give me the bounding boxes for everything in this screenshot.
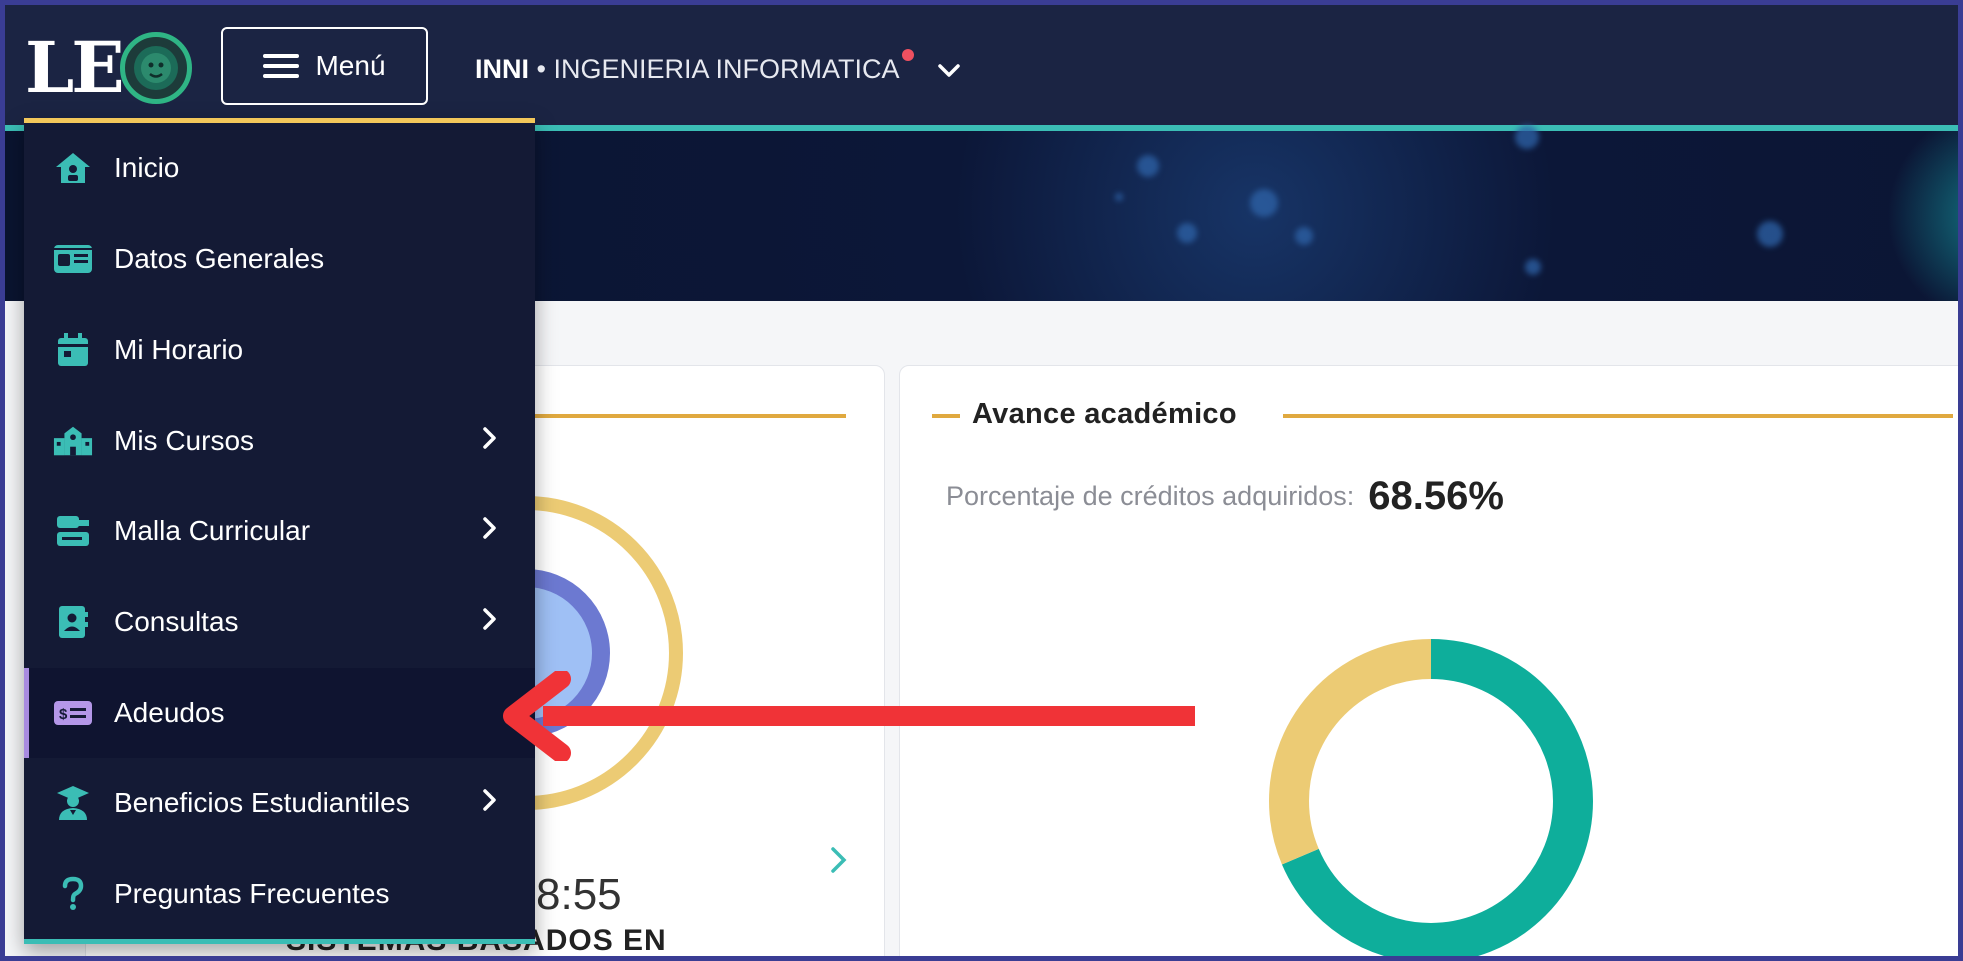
menu-item-beneficios-estudiantiles[interactable]: Beneficios Estudiantiles	[24, 758, 535, 848]
menu-item-preguntas-frecuentes[interactable]: Preguntas Frecuentes	[24, 849, 535, 939]
menu-button-label: Menú	[315, 50, 386, 81]
question-icon	[53, 874, 93, 914]
menu-item-adeudos[interactable]: $ Adeudos	[24, 668, 535, 758]
chevron-right-icon	[482, 515, 498, 547]
menu-item-label: Datos Generales	[114, 243, 325, 274]
class-time: 8:55	[536, 870, 622, 919]
menu-item-label: Malla Curricular	[114, 515, 311, 546]
menu-item-label: Consultas	[114, 606, 239, 637]
program-code: INNI	[475, 53, 529, 84]
credits-donut-chart	[1269, 639, 1593, 956]
credits-label: Porcentaje de créditos adquiridos:	[946, 481, 1355, 511]
menu-item-malla-curricular[interactable]: Malla Curricular	[24, 486, 535, 576]
hamburger-icon	[263, 48, 300, 84]
logo-text: LE	[25, 26, 125, 109]
chevron-right-icon	[482, 606, 498, 638]
menu-item-label: Mis Cursos	[114, 425, 255, 456]
chevron-right-icon[interactable]	[830, 846, 848, 879]
academic-progress-title: Avance académico	[972, 398, 1237, 430]
menu-toggle-button[interactable]: Menú	[221, 27, 428, 105]
menu-item-mi-horario[interactable]: Mi Horario	[24, 305, 535, 395]
notification-dot	[901, 49, 914, 61]
academic-progress-card: Avance académico Porcentaje de créditos …	[899, 365, 1958, 956]
menu-item-mis-cursos[interactable]: Mis Cursos	[24, 396, 535, 486]
menu-item-label: Adeudos	[114, 697, 225, 728]
school-icon	[53, 421, 93, 461]
menu-item-inicio[interactable]: Inicio	[24, 123, 535, 213]
credits-value: 68.56%	[1368, 474, 1504, 518]
program-selector[interactable]: INNI • INGENIERIA INFORMATICA	[475, 49, 960, 89]
menu-item-label: Inicio	[114, 152, 180, 183]
graduate-icon	[53, 783, 93, 823]
calendar-icon	[53, 330, 93, 370]
lion-logo-icon	[119, 32, 192, 104]
program-separator: •	[529, 53, 554, 84]
id-card-icon	[53, 239, 93, 279]
top-navbar: LE Menú INNI • INGENIERIA INFORMATICA	[5, 5, 1958, 131]
menu-item-datos-generales[interactable]: Datos Generales	[24, 214, 535, 304]
chevron-right-icon	[482, 787, 498, 819]
menu-item-label: Mi Horario	[114, 334, 244, 365]
menu-item-label: Preguntas Frecuentes	[114, 878, 390, 909]
main-menu-dropdown: Inicio Datos Generales Mi Horario Mis Curso…	[24, 118, 535, 944]
logo[interactable]: LE	[25, 31, 192, 105]
annotation-arrow	[503, 671, 1195, 761]
svg-text:$: $	[59, 706, 68, 723]
contact-book-icon	[53, 602, 93, 642]
curriculum-icon	[53, 511, 93, 551]
home-icon	[53, 148, 93, 188]
chevron-down-icon[interactable]	[937, 54, 960, 85]
credits-row: Porcentaje de créditos adquiridos: 68.56…	[946, 474, 1504, 519]
menu-item-label: Beneficios Estudiantiles	[114, 787, 410, 818]
chevron-right-icon	[482, 425, 498, 457]
app-frame: LE Menú INNI • INGENIERIA INFORMATICA 8:…	[5, 5, 1958, 956]
money-bill-icon: $	[53, 693, 93, 733]
program-name: INGENIERIA INFORMATICA	[553, 53, 900, 84]
menu-item-consultas[interactable]: Consultas	[24, 577, 535, 667]
